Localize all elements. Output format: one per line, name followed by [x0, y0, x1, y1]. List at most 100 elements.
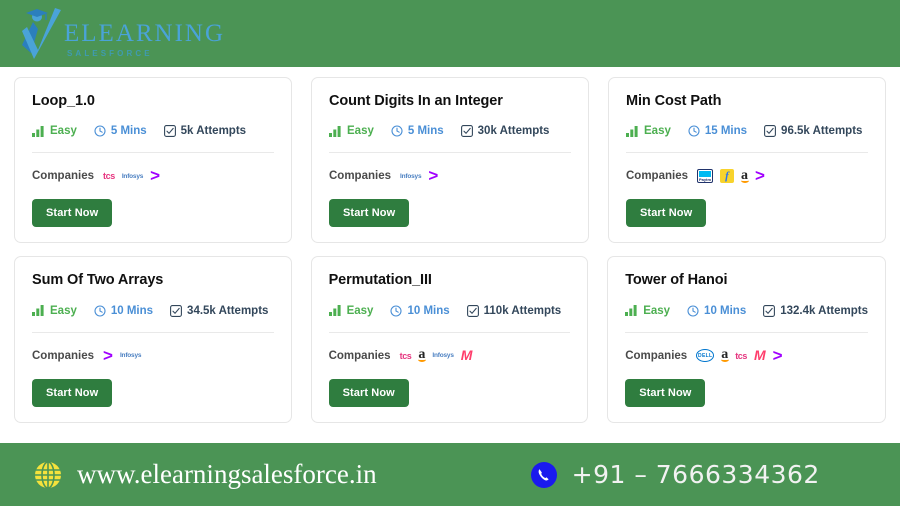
problem-card[interactable]: Min Cost Path Easy 15 Mins 96.5k Attempt… [608, 77, 886, 244]
accenture-logo-icon: > [150, 166, 161, 186]
card-meta-row: Easy 5 Mins 30k Attempts [329, 125, 571, 137]
checkbox-icon [763, 304, 776, 317]
time-meta: 15 Mins [688, 125, 747, 137]
accenture-logo-icon: > [772, 345, 783, 365]
time-label: 10 Mins [110, 304, 154, 317]
infosys-logo-icon: Infosys [119, 352, 142, 360]
start-now-button[interactable]: Start Now [626, 199, 707, 228]
site-logo[interactable]: ELEARNING SALESFORCE [14, 4, 225, 64]
attempts-meta: 96.5k Attempts [764, 125, 862, 137]
card-meta-row: Easy 5 Mins 5k Attempts [32, 125, 274, 137]
companies-label: Companies [328, 349, 391, 362]
card-title: Loop_1.0 [32, 93, 95, 109]
card-title: Permutation_III [328, 272, 432, 289]
problem-card[interactable]: Tower of Hanoi Easy 10 Mins 132.4k Attem… [607, 256, 887, 423]
difficulty-label: Easy [50, 304, 77, 317]
card-title: Tower of Hanoi [625, 272, 728, 289]
graduate-checkmark-logo-icon [14, 5, 68, 63]
difficulty-label: Easy [644, 125, 671, 138]
card-divider [32, 331, 274, 333]
card-meta-row: Easy 10 Mins 132.4k Attempts [625, 305, 868, 317]
myntra-logo-icon: M [754, 347, 766, 364]
logo-title: ELEARNING [64, 20, 226, 47]
company-logo-list: Infosys > [400, 168, 438, 185]
card-divider [328, 331, 571, 333]
infosys-logo-icon: Infosys [432, 352, 454, 360]
footer-phone[interactable]: +91 – 7666334362 [530, 460, 820, 489]
problem-card[interactable]: Loop_1.0 Easy 5 Mins 5k Attempts Compani… [14, 77, 292, 244]
card-divider [32, 152, 274, 154]
problem-card[interactable]: Count Digits In an Integer Easy 5 Mins 3… [311, 77, 589, 244]
checkbox-icon [170, 304, 182, 317]
difficulty-meta: Easy [328, 305, 373, 317]
card-meta-row: Easy 10 Mins 110k Attempts [328, 304, 571, 317]
bar-chart-icon [329, 125, 342, 137]
companies-row: Companies > Infosys [32, 347, 274, 365]
footer-website[interactable]: www.elearningsalesforce.in [33, 459, 377, 490]
attempts-meta: 110k Attempts [466, 304, 562, 317]
companies-row: Companies Infosys > [329, 167, 571, 185]
card-divider [625, 331, 869, 333]
difficulty-meta: Easy [625, 305, 670, 317]
card-title: Count Digits In an Integer [329, 93, 503, 109]
companies-label: Companies [625, 349, 688, 362]
attempts-label: 30k Attempts [477, 125, 550, 138]
site-header: ELEARNING SALESFORCE [0, 0, 900, 67]
amazon-logo-icon: a [721, 347, 730, 363]
attempts-label: 5k Attempts [180, 125, 247, 138]
company-logo-list: DELL a tcs M > [696, 345, 783, 365]
start-now-button[interactable]: Start Now [328, 378, 409, 407]
difficulty-meta: Easy [329, 125, 374, 137]
problem-cards-area: Loop_1.0 Easy 5 Mins 5k Attempts Compani… [0, 67, 900, 423]
attempts-label: 110k Attempts [483, 304, 562, 317]
time-label: 5 Mins [110, 125, 147, 138]
difficulty-label: Easy [50, 125, 77, 138]
time-meta: 5 Mins [94, 125, 147, 137]
start-now-button[interactable]: Start Now [329, 199, 410, 228]
clock-icon [687, 305, 699, 317]
site-footer: www.elearningsalesforce.in +91 – 7666334… [0, 443, 900, 506]
time-meta: 5 Mins [391, 125, 444, 137]
card-title: Min Cost Path [626, 93, 722, 109]
company-logo-list: f a > [697, 166, 765, 186]
company-logo-list: tcs Infosys > [103, 166, 161, 186]
attempts-meta: 132.4k Attempts [763, 305, 868, 317]
start-now-button[interactable]: Start Now [625, 378, 706, 407]
problem-card[interactable]: Permutation_III Easy 10 Mins 110k Attemp… [310, 256, 589, 423]
tcs-logo-icon: tcs [735, 350, 747, 361]
footer-phone-text: +91 – 7666334362 [571, 460, 820, 489]
bar-chart-icon [626, 125, 639, 137]
bar-chart-icon [625, 305, 638, 317]
footer-website-text: www.elearningsalesforce.in [77, 459, 377, 489]
clock-icon [390, 305, 403, 317]
bar-chart-icon [328, 305, 342, 317]
attempts-meta: 34.5k Attempts [170, 305, 268, 317]
tcs-logo-icon: tcs [399, 350, 412, 361]
flipkart-logo-icon: f [720, 169, 734, 184]
attempts-label: 96.5k Attempts [781, 125, 863, 138]
checkbox-icon [163, 125, 176, 138]
difficulty-meta: Easy [32, 125, 77, 137]
time-label: 5 Mins [407, 125, 444, 138]
companies-row: Companies tcs Infosys > [32, 167, 274, 185]
paytm-logo-icon [697, 169, 713, 184]
card-row-1: Loop_1.0 Easy 5 Mins 5k Attempts Compani… [14, 77, 886, 244]
dell-logo-icon: DELL [696, 349, 715, 363]
checkbox-icon [466, 304, 479, 317]
start-now-button[interactable]: Start Now [32, 378, 113, 407]
bar-chart-icon [32, 125, 45, 137]
companies-label: Companies [329, 170, 391, 183]
difficulty-label: Easy [347, 125, 374, 138]
start-now-button[interactable]: Start Now [32, 199, 113, 228]
card-meta-row: Easy 15 Mins 96.5k Attempts [626, 125, 868, 137]
time-label: 15 Mins [704, 125, 748, 138]
problem-card[interactable]: Sum Of Two Arrays Easy 10 Mins 34.5k Att… [14, 256, 292, 423]
difficulty-label: Easy [643, 304, 671, 317]
accenture-logo-icon: > [755, 166, 765, 186]
checkbox-icon [764, 125, 776, 138]
difficulty-meta: Easy [626, 125, 671, 137]
clock-icon [94, 125, 106, 137]
company-logo-list: tcs a Infosys M [399, 348, 472, 363]
time-meta: 10 Mins [687, 305, 746, 317]
accenture-logo-icon: > [103, 345, 113, 365]
